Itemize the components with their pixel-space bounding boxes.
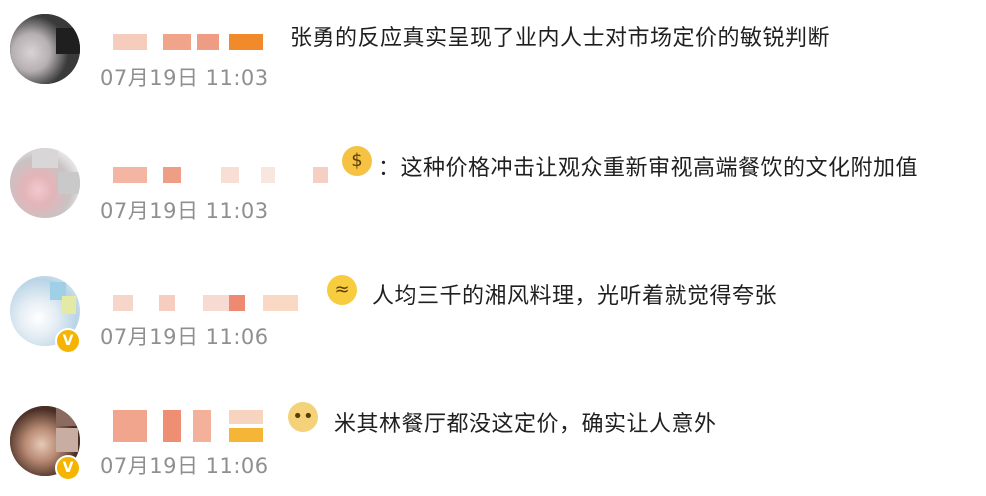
doge-emoji: ••	[288, 402, 318, 432]
comment-item: V ≈ 人均三千的湘风料理，光听着就觉得夸张 07月19日 11:06	[0, 248, 986, 372]
comment-text: 米其林餐厅都没这定价，确实让人意外	[334, 412, 717, 437]
comment-time: 07月19日 11:06	[100, 454, 269, 478]
comment-item: $ ：这种价格冲击让观众重新审视高端餐饮的文化附加值 07月19日 11:03	[0, 124, 986, 248]
verified-badge-icon: V	[55, 455, 81, 481]
comment-item: V •• 米其林餐厅都没这定价，确实让人意外 07月19日 11:06	[0, 372, 986, 496]
comment-text: 张勇的反应真实呈现了业内人士对市场定价的敏锐判断	[290, 26, 831, 51]
comment-text: 人均三千的湘风料理，光听着就觉得夸张	[372, 284, 778, 309]
comment-item: 张勇的反应真实呈现了业内人士对市场定价的敏锐判断 07月19日 11:03	[0, 0, 986, 124]
comment-time: 07月19日 11:03	[100, 66, 269, 90]
avatar[interactable]	[10, 14, 80, 84]
verified-badge-icon: V	[55, 328, 81, 354]
nickname-blurred[interactable]	[113, 34, 263, 52]
crying-face-emoji: ≈	[327, 275, 357, 305]
comment-time: 07月19日 11:06	[100, 325, 269, 349]
nickname-blurred[interactable]	[113, 410, 263, 442]
comment-time: 07月19日 11:03	[100, 199, 269, 223]
money-face-emoji: $	[342, 146, 372, 176]
nickname-blurred[interactable]	[113, 295, 298, 313]
nickname-blurred[interactable]	[113, 167, 328, 185]
avatar[interactable]	[10, 148, 80, 218]
comment-text: ：这种价格冲击让观众重新审视高端餐饮的文化附加值	[378, 156, 919, 181]
